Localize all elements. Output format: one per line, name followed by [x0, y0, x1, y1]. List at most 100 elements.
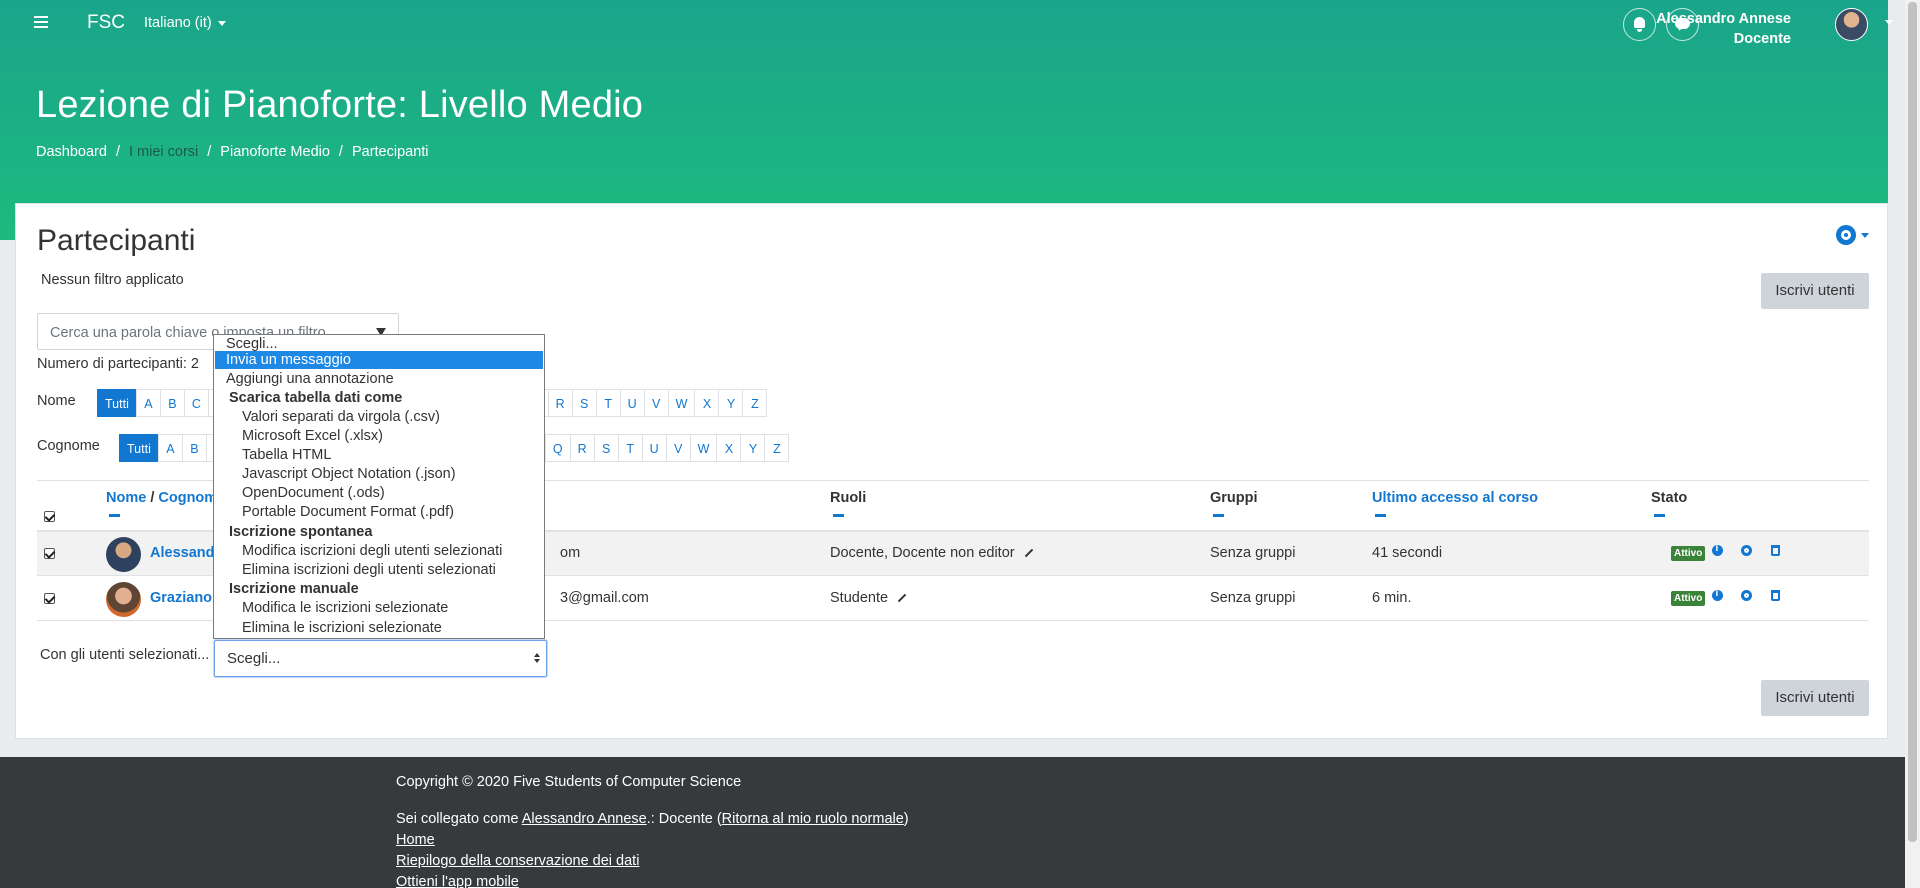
- lastname-letter-q[interactable]: Q: [544, 434, 571, 462]
- gear-icon: [1836, 225, 1856, 245]
- user-role: Docente: [1733, 31, 1791, 47]
- logged-prefix: Sei collegato come: [396, 811, 522, 827]
- roles-text: Studente: [830, 590, 889, 606]
- scrollbar[interactable]: [1905, 0, 1920, 888]
- participant-last-access: 41 secondi: [1372, 545, 1443, 561]
- firstname-letter-u[interactable]: U: [619, 389, 645, 417]
- breadcrumb-my-courses[interactable]: I miei corsi: [129, 144, 198, 160]
- mobile-app-link[interactable]: Ottieni l'app mobile: [396, 874, 519, 888]
- participant-groups: Senza gruppi: [1210, 545, 1296, 561]
- lastname-letter-z[interactable]: Z: [764, 434, 790, 462]
- lastname-letter-v[interactable]: V: [665, 434, 691, 462]
- firstname-letter-b[interactable]: B: [159, 389, 185, 417]
- logged-user-link[interactable]: Alessandro Annese: [522, 811, 647, 827]
- lastname-letter-tutti[interactable]: Tutti: [119, 434, 159, 462]
- avatar[interactable]: [106, 537, 141, 572]
- language-menu[interactable]: Italiano (it): [144, 15, 226, 31]
- chevron-down-icon[interactable]: [1885, 20, 1893, 25]
- collapse-icon[interactable]: [1213, 514, 1224, 517]
- firstname-letter-c[interactable]: C: [183, 389, 209, 417]
- collapse-icon[interactable]: [1375, 514, 1386, 517]
- header-roles-label: Ruoli: [830, 490, 867, 506]
- avatar[interactable]: [1835, 8, 1868, 41]
- header-status-label: Stato: [1651, 490, 1688, 506]
- info-icon[interactable]: [1712, 543, 1723, 556]
- settings-menu[interactable]: [1836, 223, 1870, 247]
- dropdown-option[interactable]: Elimina le iscrizioni selezionate: [215, 619, 543, 637]
- cog-icon[interactable]: [1741, 590, 1752, 601]
- language-label: Italiano (it): [144, 15, 212, 31]
- firstname-letter-x[interactable]: X: [694, 389, 720, 417]
- page-title: Partecipanti: [37, 224, 196, 257]
- dropdown-option[interactable]: Invia un messaggio: [215, 351, 543, 369]
- trash-icon[interactable]: [1771, 590, 1780, 601]
- sort-name-link[interactable]: Nome: [106, 490, 146, 506]
- lastname-letter-s[interactable]: S: [593, 434, 619, 462]
- chevron-down-icon: [1861, 233, 1869, 238]
- logged-role: .: Docente (: [646, 811, 722, 827]
- participant-groups: Senza gruppi: [1210, 590, 1296, 606]
- dropdown-option[interactable]: OpenDocument (.ods): [215, 484, 543, 502]
- enrol-users-button[interactable]: Iscrivi utenti: [1761, 273, 1869, 309]
- roles-text: Docente, Docente non editor: [830, 545, 1015, 561]
- course-title: Lezione di Pianoforte: Livello Medio: [36, 84, 644, 126]
- row-checkbox[interactable]: [44, 548, 55, 559]
- option-group-label: Iscrizione manuale: [229, 581, 359, 597]
- firstname-letter-v[interactable]: V: [643, 389, 669, 417]
- breadcrumb-participants[interactable]: Partecipanti: [352, 144, 429, 160]
- firstname-letter-w[interactable]: W: [667, 389, 696, 417]
- dropdown-option[interactable]: Valori separati da virgola (.csv): [215, 408, 543, 426]
- dropdown-option[interactable]: Javascript Object Notation (.json): [215, 465, 543, 483]
- data-retention-link[interactable]: Riepilogo della conservazione dei dati: [396, 853, 639, 869]
- dropdown-option[interactable]: Microsoft Excel (.xlsx): [215, 427, 543, 445]
- lastname-letter-r[interactable]: R: [569, 434, 595, 462]
- info-icon[interactable]: [1712, 588, 1723, 601]
- firstname-label: Nome: [37, 393, 76, 409]
- lastname-letter-y[interactable]: Y: [740, 434, 766, 462]
- lastname-letter-t[interactable]: T: [617, 434, 643, 462]
- firstname-letter-y[interactable]: Y: [718, 389, 744, 417]
- dropdown-option[interactable]: Modifica iscrizioni degli utenti selezio…: [215, 542, 543, 560]
- home-link[interactable]: Home: [396, 832, 435, 848]
- firstname-letter-r[interactable]: R: [547, 389, 573, 417]
- dropdown-option[interactable]: Elimina iscrizioni degli utenti selezion…: [215, 561, 543, 579]
- status-badge: Attivo: [1671, 546, 1706, 561]
- brand-logo[interactable]: FSC: [87, 12, 125, 34]
- lastname-letter-a[interactable]: A: [157, 434, 183, 462]
- user-menu[interactable]: Alessandro Annese Docente: [1656, 9, 1791, 49]
- pencil-icon[interactable]: [897, 593, 907, 603]
- firstname-letter-t[interactable]: T: [595, 389, 621, 417]
- dropdown-option[interactable]: Modifica le iscrizioni selezionate: [215, 599, 543, 617]
- trash-icon[interactable]: [1771, 545, 1780, 556]
- avatar[interactable]: [106, 582, 141, 617]
- firstname-letter-tutti[interactable]: Tutti: [97, 389, 137, 417]
- collapse-icon[interactable]: [1654, 514, 1665, 517]
- breadcrumb-course[interactable]: Pianoforte Medio: [220, 144, 330, 160]
- dropdown-option[interactable]: Portable Document Format (.pdf): [215, 503, 543, 521]
- collapse-icon[interactable]: [833, 514, 844, 517]
- select-all-checkbox[interactable]: [44, 511, 55, 522]
- lastname-letter-w[interactable]: W: [689, 434, 718, 462]
- row-checkbox[interactable]: [44, 593, 55, 604]
- breadcrumb-dashboard[interactable]: Dashboard: [36, 144, 107, 160]
- cog-icon[interactable]: [1741, 545, 1752, 556]
- dropdown-option[interactable]: Aggiungi una annotazione: [215, 370, 543, 388]
- enrol-users-button-bottom[interactable]: Iscrivi utenti: [1761, 680, 1869, 716]
- firstname-letter-z[interactable]: Z: [742, 389, 768, 417]
- sort-last-access-link[interactable]: Ultimo accesso al corso: [1372, 490, 1538, 506]
- return-role-link[interactable]: Ritorna al mio ruolo normale: [722, 811, 904, 827]
- lastname-letter-x[interactable]: X: [716, 434, 742, 462]
- firstname-letter-s[interactable]: S: [571, 389, 597, 417]
- collapse-icon[interactable]: [109, 514, 120, 517]
- firstname-letter-a[interactable]: A: [135, 389, 161, 417]
- scrollbar-thumb[interactable]: [1908, 2, 1917, 842]
- lastname-letter-b[interactable]: B: [181, 434, 207, 462]
- hamburger-icon[interactable]: [34, 16, 48, 31]
- notifications-button[interactable]: [1623, 8, 1656, 41]
- bulk-action-dropdown: Scegli... Invia un messaggio Aggiungi una …: [213, 334, 545, 639]
- lastname-letter-u[interactable]: U: [641, 434, 667, 462]
- dropdown-option[interactable]: Tabella HTML: [215, 446, 543, 464]
- pencil-icon[interactable]: [1024, 548, 1033, 558]
- bulk-action-select[interactable]: Scegli...: [214, 640, 547, 677]
- header-roles: Ruoli: [830, 490, 866, 517]
